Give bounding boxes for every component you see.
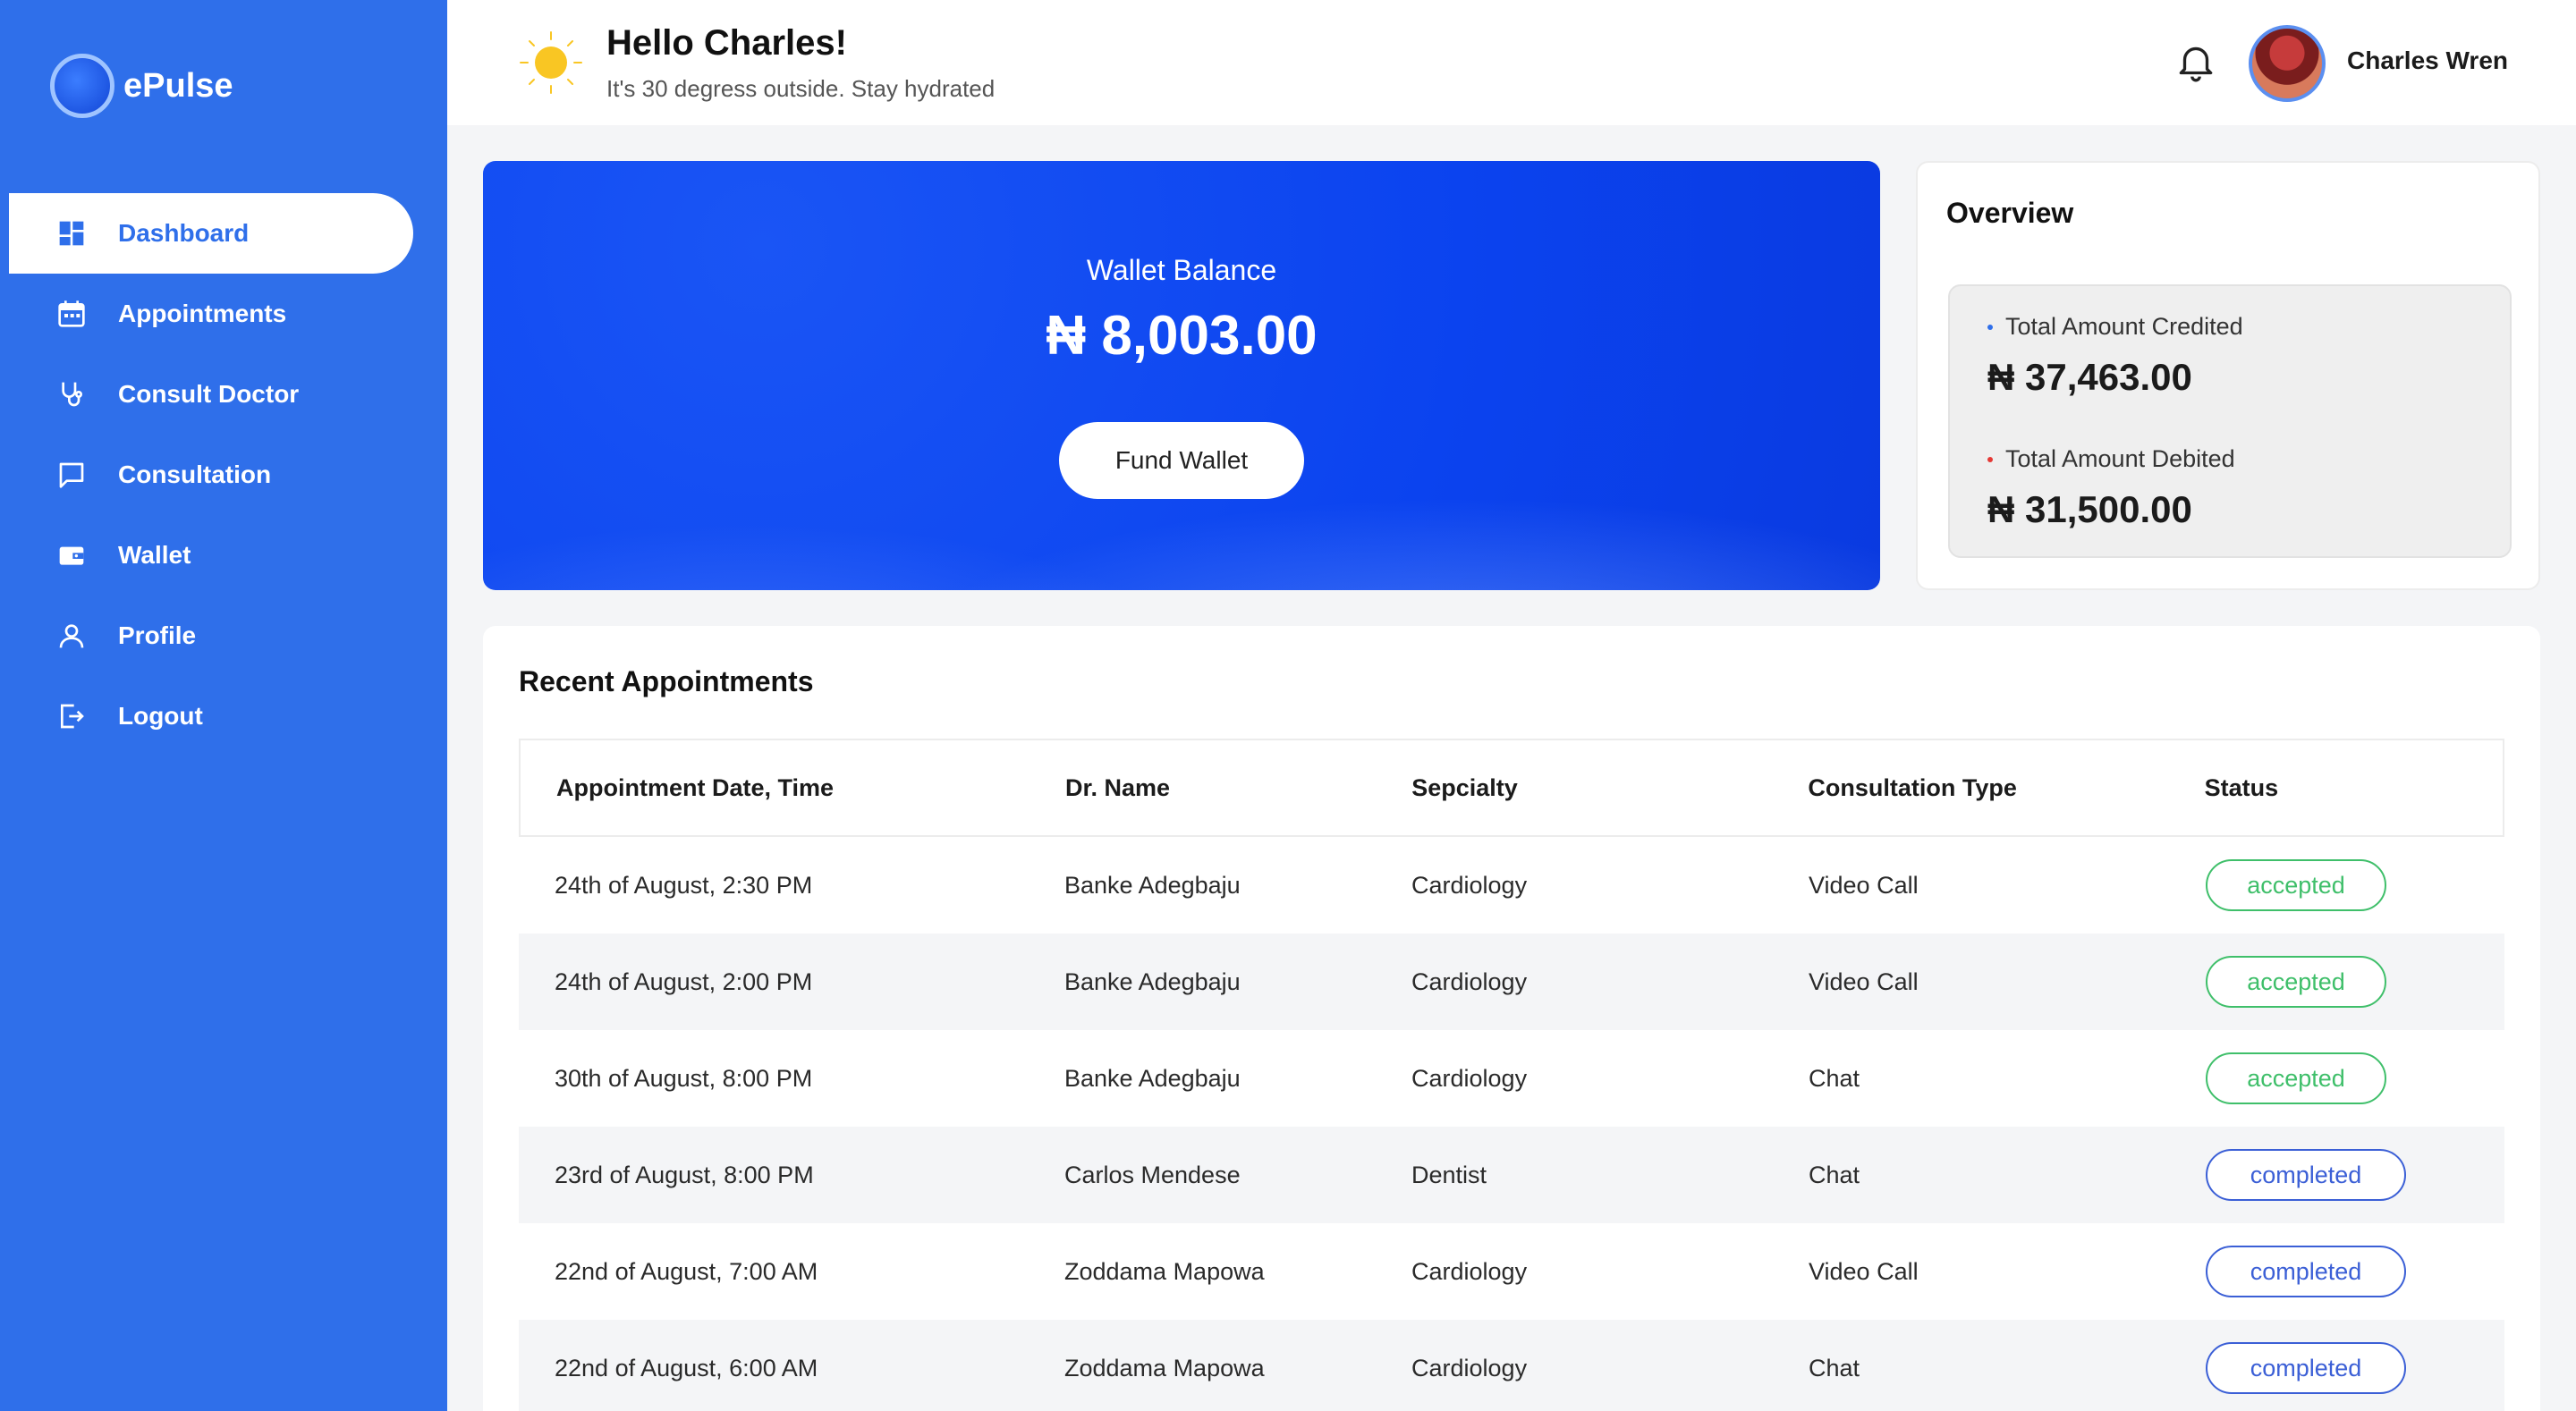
- calendar-icon: [57, 300, 86, 328]
- consultation-type: Chat: [1809, 1161, 1860, 1188]
- sidebar-item-label: Profile: [118, 621, 197, 649]
- wallet-icon: [57, 541, 86, 570]
- specialty: Cardiology: [1411, 1257, 1528, 1285]
- fund-wallet-button[interactable]: Fund Wallet: [1059, 422, 1304, 499]
- status-badge: completed: [2206, 1246, 2406, 1297]
- credited-label: Total Amount Credited: [2005, 313, 2243, 340]
- overview-summary: Total Amount Credited ₦ 37,463.00 Total …: [1948, 284, 2512, 558]
- specialty: Cardiology: [1411, 1064, 1528, 1092]
- column-header: Status: [2204, 773, 2279, 801]
- logout-icon: [57, 702, 86, 731]
- sidebar-item-consult-doctor[interactable]: Consult Doctor: [9, 354, 413, 435]
- credited-amount: ₦ 37,463.00: [1987, 356, 2192, 398]
- sidebar: ePulse Dashboard Appointments Consult Do…: [0, 0, 447, 1411]
- sidebar-item-label: Consultation: [118, 460, 272, 488]
- logo-icon: [50, 54, 114, 118]
- credited-label-row: Total Amount Credited: [1987, 313, 2243, 341]
- sidebar-item-logout[interactable]: Logout: [9, 676, 413, 756]
- table-row[interactable]: 24th of August, 2:30 PM Banke Adegbaju C…: [519, 837, 2504, 934]
- debited-amount: ₦ 31,500.00: [1987, 488, 2192, 530]
- chat-icon: [57, 460, 86, 489]
- table-header: Appointment Date, Time Dr. Name Sepcialt…: [519, 739, 2504, 837]
- sidebar-item-dashboard[interactable]: Dashboard: [9, 193, 413, 274]
- sidebar-item-label: Dashboard: [118, 219, 250, 247]
- top-header: Hello Charles! It's 30 degress outside. …: [447, 0, 2576, 125]
- brand[interactable]: ePulse: [50, 52, 233, 120]
- specialty: Cardiology: [1411, 967, 1528, 995]
- stethoscope-icon: [57, 380, 86, 409]
- appointments-title: Recent Appointments: [519, 665, 814, 697]
- doctor-name: Banke Adegbaju: [1064, 871, 1241, 899]
- greeting-subtitle: It's 30 degress outside. Stay hydrated: [606, 75, 996, 102]
- wallet-card: Wallet Balance ₦ 8,003.00 Fund Wallet: [483, 161, 1880, 590]
- credited-dot-icon: [1987, 324, 1993, 330]
- greeting-title: Hello Charles!: [606, 23, 847, 63]
- dashboard-icon: [57, 219, 86, 248]
- user-icon: [57, 621, 86, 650]
- sun-icon: [520, 31, 582, 94]
- consultation-type: Video Call: [1809, 871, 1919, 899]
- consultation-type: Video Call: [1809, 967, 1919, 995]
- appointment-datetime: 22nd of August, 6:00 AM: [555, 1354, 818, 1381]
- appointments-table: Appointment Date, Time Dr. Name Sepcialt…: [519, 739, 2504, 1411]
- appointment-datetime: 22nd of August, 7:00 AM: [555, 1257, 818, 1285]
- appointment-datetime: 30th of August, 8:00 PM: [555, 1064, 813, 1092]
- debited-dot-icon: [1987, 456, 1993, 462]
- sidebar-item-wallet[interactable]: Wallet: [9, 515, 413, 596]
- brand-name: ePulse: [123, 66, 233, 105]
- doctor-name: Banke Adegbaju: [1064, 967, 1241, 995]
- sidebar-item-label: Appointments: [118, 300, 287, 327]
- table-row[interactable]: 22nd of August, 6:00 AM Zoddama Mapowa C…: [519, 1320, 2504, 1411]
- specialty: Cardiology: [1411, 1354, 1528, 1381]
- avatar[interactable]: [2249, 25, 2326, 102]
- doctor-name: Zoddama Mapowa: [1064, 1354, 1265, 1381]
- doctor-name: Zoddama Mapowa: [1064, 1257, 1265, 1285]
- status-badge: completed: [2206, 1342, 2406, 1394]
- column-header: Consultation Type: [1808, 773, 2017, 801]
- consultation-type: Chat: [1809, 1354, 1860, 1381]
- sidebar-item-profile[interactable]: Profile: [9, 596, 413, 676]
- table-row[interactable]: 30th of August, 8:00 PM Banke Adegbaju C…: [519, 1030, 2504, 1127]
- wallet-label: Wallet Balance: [1086, 254, 1277, 286]
- table-row[interactable]: 23rd of August, 8:00 PM Carlos Mendese D…: [519, 1127, 2504, 1223]
- user-name[interactable]: Charles Wren: [2347, 46, 2508, 75]
- column-header: Sepcialty: [1411, 773, 1518, 801]
- doctor-name: Banke Adegbaju: [1064, 1064, 1241, 1092]
- debited-label-row: Total Amount Debited: [1987, 445, 2235, 473]
- status-badge: accepted: [2206, 1052, 2386, 1104]
- sidebar-item-appointments[interactable]: Appointments: [9, 274, 413, 354]
- sidebar-item-consultation[interactable]: Consultation: [9, 435, 413, 515]
- specialty: Dentist: [1411, 1161, 1487, 1188]
- overview-title: Overview: [1946, 197, 2074, 229]
- debited-label: Total Amount Debited: [2005, 445, 2235, 472]
- overview-card: Overview Total Amount Credited ₦ 37,463.…: [1916, 161, 2540, 590]
- column-header: Dr. Name: [1064, 773, 1171, 801]
- sidebar-item-label: Consult Doctor: [118, 380, 300, 408]
- column-header: Appointment Date, Time: [556, 773, 835, 801]
- appointment-datetime: 23rd of August, 8:00 PM: [555, 1161, 814, 1188]
- doctor-name: Carlos Mendese: [1064, 1161, 1241, 1188]
- sidebar-nav: Dashboard Appointments Consult Doctor Co…: [9, 193, 413, 756]
- status-badge: accepted: [2206, 859, 2386, 911]
- table-row[interactable]: 22nd of August, 7:00 AM Zoddama Mapowa C…: [519, 1223, 2504, 1320]
- sidebar-item-label: Logout: [118, 702, 203, 730]
- status-badge: accepted: [2206, 956, 2386, 1008]
- table-row[interactable]: 24th of August, 2:00 PM Banke Adegbaju C…: [519, 934, 2504, 1030]
- bell-icon[interactable]: [2174, 39, 2218, 84]
- wallet-balance: ₦ 8,003.00: [1046, 305, 1318, 367]
- appointment-datetime: 24th of August, 2:30 PM: [555, 871, 813, 899]
- status-badge: completed: [2206, 1149, 2406, 1201]
- consultation-type: Video Call: [1809, 1257, 1919, 1285]
- specialty: Cardiology: [1411, 871, 1528, 899]
- consultation-type: Chat: [1809, 1064, 1860, 1092]
- sidebar-item-label: Wallet: [118, 541, 191, 569]
- recent-appointments: Recent Appointments Appointment Date, Ti…: [483, 626, 2540, 1411]
- appointment-datetime: 24th of August, 2:00 PM: [555, 967, 813, 995]
